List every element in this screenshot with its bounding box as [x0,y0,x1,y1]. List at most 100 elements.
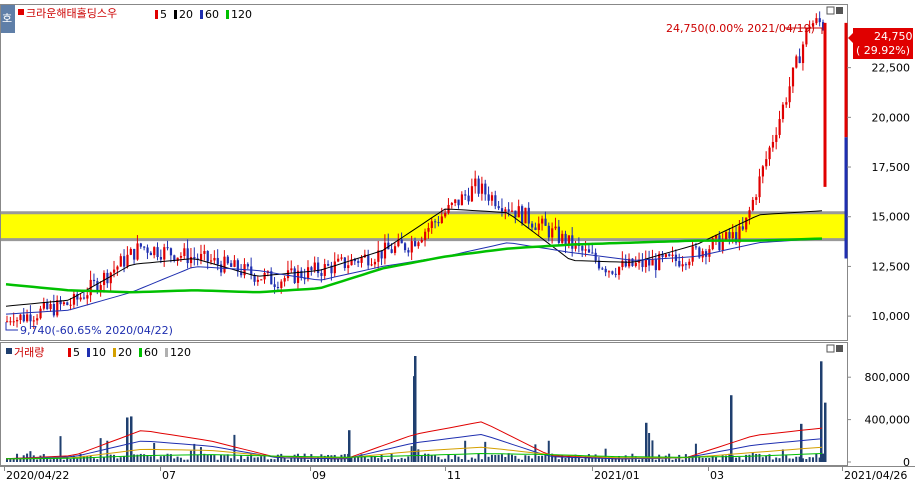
candle-body [337,258,340,262]
candle-body [62,302,66,305]
volume-bar [581,459,584,462]
candle-body [725,232,728,240]
volume-y-tick-label: 0 [903,456,910,469]
volume-y-tick-label: 400,000 [865,414,911,427]
volume-legend-swatch [113,348,116,357]
volume-bar [714,457,717,462]
price-y-tick-label: 15,000 [872,211,911,224]
volume-bar [444,458,447,462]
volume-bar [253,457,256,462]
volume-legend-swatch [68,348,71,357]
volume-bar [363,456,366,462]
volume-bar [741,459,744,462]
candle-body [133,248,136,260]
candle-body [430,221,433,228]
volume-bar [186,459,189,462]
candle-body [791,67,795,87]
candle-body [260,279,263,281]
candle-body [477,178,480,194]
volume-bar [557,459,560,462]
volume-legend-swatch [139,348,142,357]
candle-body [541,218,544,224]
volume-bar [698,457,701,462]
candle-body [210,260,213,262]
volume-bar [815,453,818,462]
volume-bar [490,454,493,462]
candle-body [460,194,464,206]
volume-bar [163,455,166,462]
volume-bar [758,453,761,462]
volume-bar [514,455,517,462]
volume-bar [738,457,741,462]
price-y-tick-label: 10,000 [872,310,911,323]
volume-bar [454,454,457,462]
candle-body [383,242,387,259]
candle-body [771,141,775,148]
candle-body [607,271,611,273]
candle-body [527,207,530,224]
candle-body [537,223,540,230]
volume-bar [52,458,55,462]
candle-body [52,304,56,316]
candle-body [123,256,126,267]
price-y-axis: 10,000 12,500 15,000 17,500 20,000 22,500 [847,62,910,323]
candle-body [280,281,283,288]
candle-body [407,250,410,253]
candle-body [273,284,276,288]
candle-body [417,242,420,247]
candle-body [109,272,112,284]
candle-body [146,247,149,253]
volume-bar [159,456,162,462]
volume-bar [480,459,483,462]
candle-body [457,199,460,206]
candle-body [129,248,132,255]
date-label: 2020/04/22 [6,469,69,482]
volume-bar [811,457,814,462]
candle-body [785,102,788,105]
candle-body [484,183,487,195]
candle-body [22,314,25,322]
volume-bar [173,458,176,462]
candle-body [29,314,32,322]
candle-body [126,254,129,267]
candle-body [514,210,517,218]
candle-body [283,278,286,282]
candle-body [651,259,654,266]
date-label: 11 [447,469,461,482]
candle-body [327,264,330,266]
candle-body [12,321,15,323]
candle-body [450,203,453,205]
volume-bar [123,456,126,462]
candle-body [310,267,313,271]
candle-body [69,304,72,306]
volume-bar [213,455,216,462]
candle-body [768,147,771,160]
volume-bar [531,458,534,462]
candle-body [36,318,39,321]
volume-bar [393,459,396,462]
volume-bar [470,457,473,462]
volume-bar [621,459,624,462]
volume-bar [256,457,259,462]
volume-bar [193,443,196,462]
volume-bar [283,458,286,462]
candle-body [427,227,430,232]
last-change: ( 29.92%) [856,44,910,57]
volume-bar [674,458,677,462]
candle-body [179,255,183,258]
volume-peak-bar [645,422,648,462]
volume-bar [260,456,263,462]
candle-body [230,263,233,267]
ma-legend-label: 120 [231,8,252,21]
volume-bar [36,459,39,462]
volume-bar [708,458,711,462]
price-y-tick-label: 22,500 [872,62,911,75]
volume-bar [216,459,219,462]
candle-body [286,270,290,279]
volume-bar [149,456,152,462]
candle-body [226,256,229,264]
candle-body [9,321,12,323]
volume-bar [805,459,808,462]
date-label: 2021/01 [594,469,640,482]
candle-body [668,254,671,256]
